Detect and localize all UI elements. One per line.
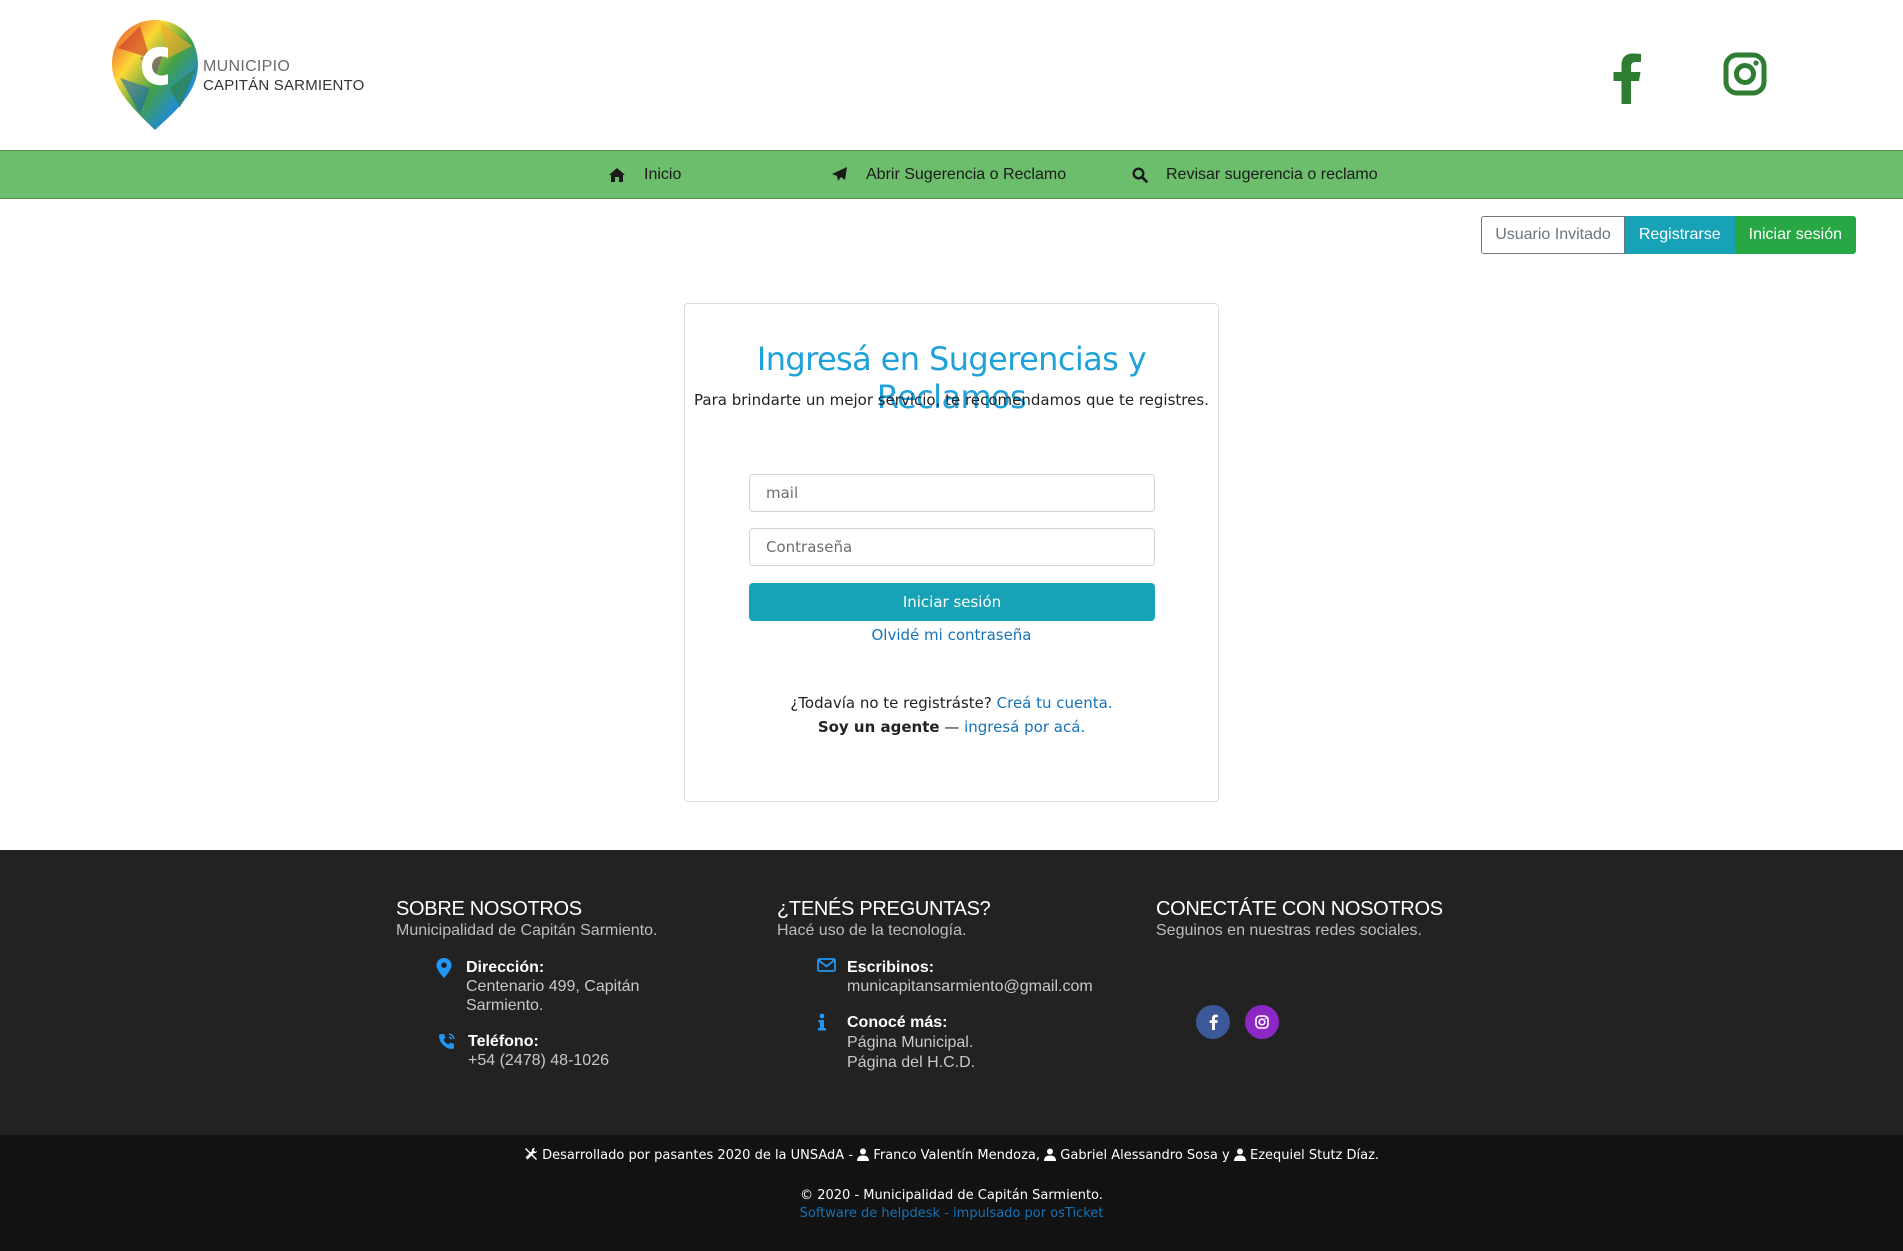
paper-plane-icon	[832, 167, 847, 181]
logo-subtitle: CAPITÁN SARMIENTO	[203, 77, 365, 94]
agent-prompt-row: Soy un agente — ingresá por acá.	[685, 718, 1218, 736]
site-footer: SOBRE NOSOTROS Municipalidad de Capitán …	[0, 850, 1903, 1135]
footer-instagram-button[interactable]	[1245, 1005, 1279, 1039]
user-tie-icon	[1044, 1148, 1057, 1161]
instagram-icon	[1255, 1015, 1269, 1029]
footer-about-subtitle: Municipalidad de Capitán Sarmiento.	[396, 922, 658, 939]
footer-questions: ¿TENÉS PREGUNTAS? Hacé uso de la tecnolo…	[777, 898, 1093, 1071]
nav-item-inicio[interactable]: Inicio	[608, 151, 681, 198]
agent-login-link[interactable]: ingresá por acá.	[964, 718, 1085, 736]
credits-prefix: Desarrollado por pasantes 2020 de la UNS…	[542, 1148, 854, 1163]
password-field[interactable]	[749, 528, 1155, 566]
logo-title: MUNICIPIO	[203, 58, 291, 75]
main-nav: Inicio Abrir Sugerencia o Reclamo Revisa…	[0, 150, 1903, 199]
login-subtitle: Para brindarte un mejor servicio, te rec…	[694, 391, 1209, 409]
municipal-page-link[interactable]: Página Municipal.	[847, 1033, 1127, 1053]
user-tie-icon	[1233, 1148, 1246, 1161]
session-buttons: Usuario Invitado Registrarse Iniciar ses…	[1481, 216, 1856, 254]
home-icon	[609, 167, 625, 182]
nav-item-abrir-sugerencia[interactable]: Abrir Sugerencia o Reclamo	[831, 151, 1066, 198]
powered-by-link[interactable]: Software de helpdesk - impulsado por osT…	[800, 1206, 1104, 1221]
register-button[interactable]: Registrarse	[1624, 216, 1735, 254]
agent-separator: —	[939, 718, 965, 736]
instagram-icon[interactable]	[1723, 52, 1767, 96]
nav-label: Inicio	[644, 165, 682, 183]
site-header: MUNICIPIO CAPITÁN SARMIENTO	[0, 0, 1903, 150]
login-submit-button[interactable]: Iniciar sesión	[749, 583, 1155, 621]
tools-icon	[524, 1148, 537, 1160]
footer-facebook-button[interactable]	[1196, 1005, 1230, 1039]
more-label: Conocé más:	[847, 1014, 948, 1031]
phone-volume-icon	[439, 1033, 455, 1049]
guest-user-button[interactable]: Usuario Invitado	[1481, 216, 1625, 254]
nav-label: Abrir Sugerencia o Reclamo	[866, 165, 1067, 183]
email-field[interactable]	[749, 474, 1155, 512]
nav-label: Revisar sugerencia o reclamo	[1166, 165, 1378, 183]
info-icon	[818, 1013, 826, 1031]
hcd-page-link[interactable]: Página del H.C.D.	[847, 1053, 1127, 1073]
footer-connect: CONECTÁTE CON NOSOTROS Seguinos en nuest…	[1156, 898, 1443, 1039]
forgot-password-link[interactable]: Olvidé mi contraseña	[872, 626, 1032, 644]
address-label: Dirección:	[466, 959, 545, 976]
developer-name: Gabriel Alessandro Sosa y	[1060, 1148, 1230, 1163]
facebook-icon[interactable]	[1612, 52, 1642, 104]
create-account-link[interactable]: Creá tu cuenta.	[997, 694, 1113, 712]
nav-item-revisar-sugerencia[interactable]: Revisar sugerencia o reclamo	[1132, 151, 1378, 198]
footer-connect-title: CONECTÁTE CON NOSOTROS	[1156, 898, 1443, 920]
email-value[interactable]: municapitansarmiento@gmail.com	[847, 978, 1093, 995]
map-marker-icon	[436, 958, 452, 978]
header-login-button[interactable]: Iniciar sesión	[1734, 216, 1856, 254]
footer-connect-subtitle: Seguinos en nuestras redes sociales.	[1156, 922, 1422, 939]
footer-about-title: SOBRE NOSOTROS	[396, 898, 582, 920]
credits-bar: Desarrollado por pasantes 2020 de la UNS…	[0, 1135, 1903, 1251]
footer-address: Dirección: Centenario 499, Capitán Sarmi…	[436, 958, 666, 1015]
footer-questions-title: ¿TENÉS PREGUNTAS?	[777, 898, 991, 920]
phone-label: Teléfono:	[468, 1033, 539, 1050]
copyright: © 2020 - Municipalidad de Capitán Sarmie…	[800, 1188, 1103, 1203]
footer-phone: Teléfono: +54 (2478) 48-1026	[439, 1032, 668, 1070]
developer-name: Ezequiel Stutz Díaz.	[1249, 1148, 1380, 1163]
developer-name: Franco Valentín Mendoza,	[873, 1148, 1040, 1163]
powered-by: Software de helpdesk - impulsado por osT…	[0, 1206, 1903, 1221]
search-icon	[1132, 166, 1148, 183]
envelope-icon	[817, 958, 836, 972]
municipio-logo[interactable]	[110, 18, 200, 132]
login-card: Ingresá en Sugerencias y Reclamos Para b…	[684, 303, 1219, 802]
facebook-icon	[1209, 1014, 1218, 1030]
footer-more: Conocé más: Página Municipal. Página del…	[818, 1013, 1127, 1073]
agent-prompt: Soy un agente	[817, 718, 940, 736]
phone-value: +54 (2478) 48-1026	[468, 1052, 609, 1069]
register-prompt: ¿Todavía no te registráste?	[790, 694, 992, 712]
register-prompt-row: ¿Todavía no te registráste? Creá tu cuen…	[685, 694, 1218, 712]
email-label: Escribinos:	[847, 959, 935, 976]
user-tie-icon	[857, 1148, 870, 1161]
footer-questions-subtitle: Hacé uso de la tecnología.	[777, 922, 967, 939]
footer-email: Escribinos: municapitansarmiento@gmail.c…	[817, 958, 1127, 996]
address-value: Centenario 499, Capitán Sarmiento.	[466, 978, 640, 1014]
forgot-password-row: Olvidé mi contraseña	[685, 626, 1218, 644]
footer-about: SOBRE NOSOTROS Municipalidad de Capitán …	[396, 898, 658, 1069]
credits-line: Desarrollado por pasantes 2020 de la UNS…	[0, 1147, 1903, 1163]
